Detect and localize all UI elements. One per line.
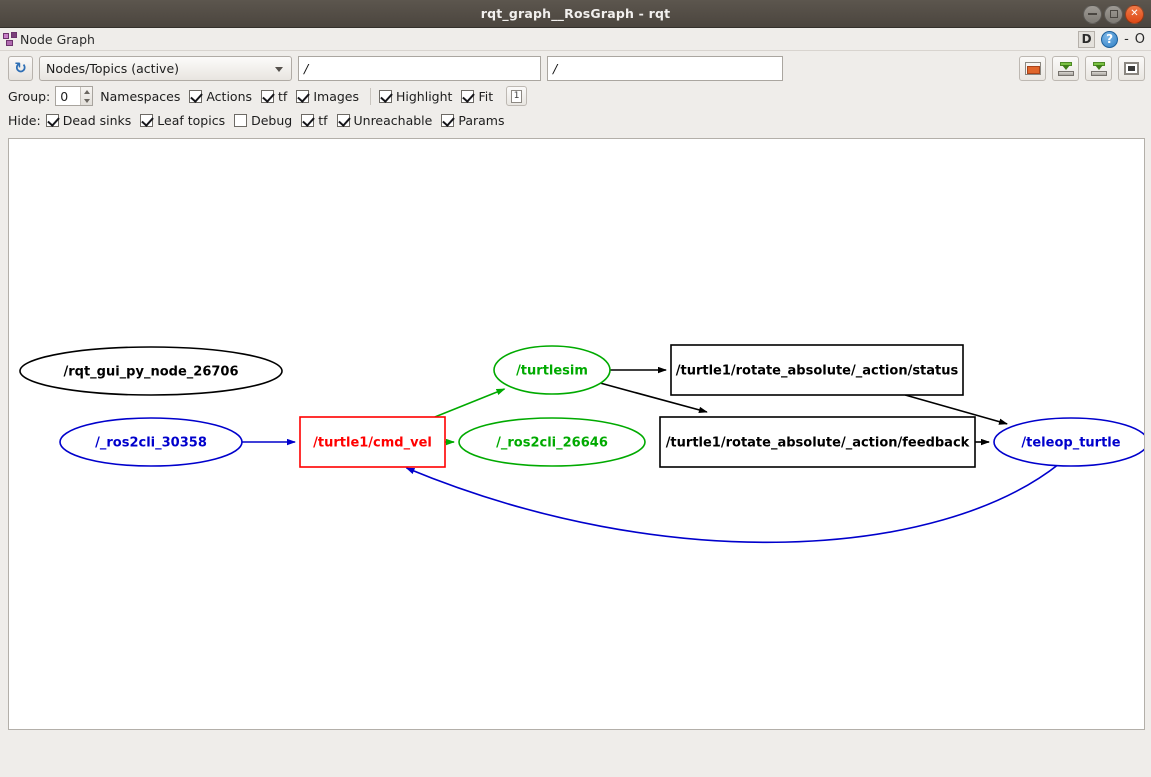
namespaces-checkbox[interactable]: Namespaces bbox=[100, 89, 180, 104]
folder-open-icon bbox=[1025, 62, 1041, 75]
actions-checkbox[interactable]: Actions bbox=[189, 89, 252, 104]
topic-filter-input[interactable]: / bbox=[298, 56, 541, 81]
graph-node[interactable]: /_ros2cli_30358 bbox=[60, 418, 242, 466]
maximize-button[interactable] bbox=[1104, 5, 1123, 24]
hide-leaf-topics-checkbox[interactable]: Leaf topics bbox=[140, 113, 225, 128]
hide-params-label: Params bbox=[458, 113, 504, 128]
checkbox-box bbox=[46, 114, 59, 127]
fit-label: Fit bbox=[478, 89, 493, 104]
hide-unreachable-checkbox[interactable]: Unreachable bbox=[337, 113, 433, 128]
checkbox-box bbox=[379, 90, 392, 103]
graph-node-label: /turtle1/rotate_absolute/_action/status bbox=[676, 364, 959, 379]
refresh-icon: ↻ bbox=[14, 61, 27, 76]
graph-node-label: /turtle1/rotate_absolute/_action/feedbac… bbox=[666, 436, 970, 451]
graph-node-label: /_ros2cli_26646 bbox=[496, 436, 608, 451]
node-graph-icon bbox=[3, 32, 18, 47]
toolbar-action-buttons bbox=[1019, 56, 1145, 81]
window-controls: ✕ bbox=[1083, 0, 1144, 28]
hide-tf-label: tf bbox=[318, 113, 327, 128]
close-button[interactable]: ✕ bbox=[1125, 5, 1144, 24]
checkbox-box bbox=[234, 114, 247, 127]
graph-edge bbox=[435, 389, 505, 417]
checkbox-box bbox=[441, 114, 454, 127]
graph-node[interactable]: /teleop_turtle bbox=[994, 418, 1145, 466]
graph-node-label: /turtlesim bbox=[516, 364, 588, 379]
group-value: 0 bbox=[60, 89, 68, 104]
toolbar-row-primary: ↻ Nodes/Topics (active) / / bbox=[8, 55, 1145, 82]
group-stepper[interactable]: 0 bbox=[55, 86, 93, 106]
graph-edge bbox=[407, 464, 1060, 542]
ros-graph-canvas[interactable]: /rqt_gui_py_node_26706 /_ros2cli_30358/tu… bbox=[8, 138, 1145, 730]
save-icon bbox=[1058, 62, 1074, 76]
refresh-button[interactable]: ↻ bbox=[8, 56, 33, 81]
hide-debug-label: Debug bbox=[251, 113, 292, 128]
toolbar: ↻ Nodes/Topics (active) / / Group: 0 bbox=[0, 51, 1151, 134]
graph-type-select[interactable]: Nodes/Topics (active) bbox=[39, 56, 292, 81]
help-icon[interactable]: ? bbox=[1101, 31, 1118, 48]
checkbox-box bbox=[301, 114, 314, 127]
hide-params-checkbox[interactable]: Params bbox=[441, 113, 504, 128]
dock-title: Node Graph bbox=[20, 32, 95, 47]
graph-node[interactable]: /turtle1/rotate_absolute/_action/feedbac… bbox=[660, 417, 975, 467]
save-image-button[interactable] bbox=[1118, 56, 1145, 81]
hide-tf-checkbox[interactable]: tf bbox=[301, 113, 327, 128]
images-checkbox[interactable]: Images bbox=[296, 89, 359, 104]
node-filter-input[interactable]: / bbox=[547, 56, 783, 81]
window-titlebar: rqt_graph__RosGraph - rqt ✕ bbox=[0, 0, 1151, 28]
image-icon bbox=[1124, 62, 1139, 75]
checkbox-box bbox=[337, 114, 350, 127]
highlight-label: Highlight bbox=[396, 89, 452, 104]
checkbox-box bbox=[140, 114, 153, 127]
group-label: Group: bbox=[8, 89, 50, 104]
hide-debug-checkbox[interactable]: Debug bbox=[234, 113, 292, 128]
dock-minimize-button[interactable]: - bbox=[1124, 32, 1129, 47]
tf-checkbox[interactable]: tf bbox=[261, 89, 287, 104]
tf-label: tf bbox=[278, 89, 287, 104]
graph-node[interactable]: /turtlesim bbox=[494, 346, 610, 394]
dock-widget-header: Node Graph D ? - O bbox=[0, 28, 1151, 51]
fit-checkbox[interactable]: Fit bbox=[461, 89, 493, 104]
checkbox-box bbox=[296, 90, 309, 103]
save-svg-button[interactable] bbox=[1085, 56, 1112, 81]
zoom-one-icon: 1 bbox=[511, 90, 522, 103]
checkbox-box bbox=[461, 90, 474, 103]
graph-type-value: Nodes/Topics (active) bbox=[46, 61, 179, 76]
chevron-down-icon bbox=[275, 67, 283, 72]
zoom-reset-button[interactable]: 1 bbox=[506, 86, 527, 106]
graph-node-label: /teleop_turtle bbox=[1021, 436, 1120, 451]
actions-label: Actions bbox=[206, 89, 252, 104]
dock-float-button[interactable]: D bbox=[1078, 31, 1095, 48]
toolbar-row-options: Group: 0 Namespaces Actions tf Images Hi… bbox=[8, 85, 1145, 107]
graph-canvas-wrapper: /rqt_gui_py_node_26706 /_ros2cli_30358/tu… bbox=[0, 134, 1151, 736]
hide-leaf-topics-label: Leaf topics bbox=[157, 113, 225, 128]
load-dot-button[interactable] bbox=[1019, 56, 1046, 81]
graph-node[interactable]: /turtle1/rotate_absolute/_action/status bbox=[671, 345, 963, 395]
graph-node[interactable]: /rqt_gui_py_node_26706 bbox=[20, 347, 282, 395]
hide-unreachable-label: Unreachable bbox=[354, 113, 433, 128]
graph-node-label: /rqt_gui_py_node_26706 bbox=[63, 365, 238, 380]
dock-close-button[interactable]: O bbox=[1135, 32, 1145, 47]
hide-dead-sinks-checkbox[interactable]: Dead sinks bbox=[46, 113, 132, 128]
window-title: rqt_graph__RosGraph - rqt bbox=[481, 6, 671, 21]
highlight-checkbox[interactable]: Highlight bbox=[379, 89, 452, 104]
hide-dead-sinks-label: Dead sinks bbox=[63, 113, 132, 128]
images-label: Images bbox=[313, 89, 359, 104]
save-dot-button[interactable] bbox=[1052, 56, 1079, 81]
ros-graph-svg: /rqt_gui_py_node_26706 /_ros2cli_30358/tu… bbox=[9, 139, 1145, 730]
graph-node-label: /_ros2cli_30358 bbox=[95, 436, 207, 451]
checkbox-box bbox=[261, 90, 274, 103]
stepper-arrows[interactable] bbox=[80, 87, 92, 105]
graph-node[interactable]: /_ros2cli_26646 bbox=[459, 418, 645, 466]
graph-node[interactable]: /turtle1/cmd_vel bbox=[300, 417, 445, 467]
toolbar-divider bbox=[370, 88, 371, 105]
save-icon bbox=[1091, 62, 1107, 76]
minimize-button[interactable] bbox=[1083, 5, 1102, 24]
toolbar-row-hide: Hide: Dead sinks Leaf topics Debug tf Un… bbox=[8, 109, 1145, 131]
hide-label: Hide: bbox=[8, 113, 41, 128]
namespaces-label: Namespaces bbox=[100, 89, 180, 104]
graph-node-label: /turtle1/cmd_vel bbox=[313, 436, 432, 451]
checkbox-box bbox=[189, 90, 202, 103]
